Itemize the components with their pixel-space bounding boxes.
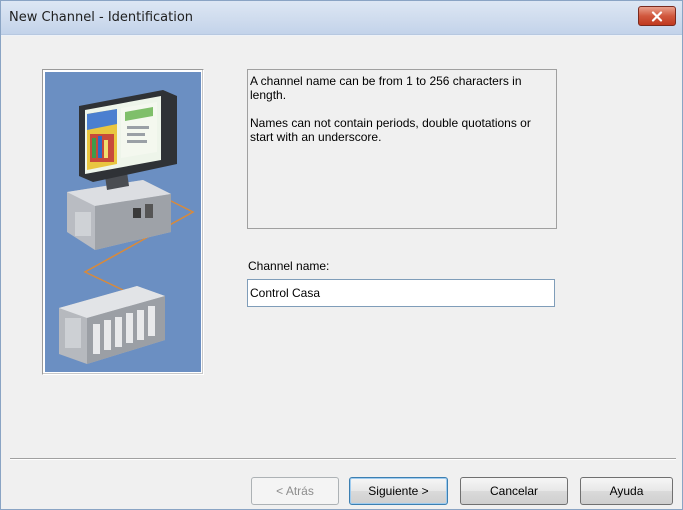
title-bar[interactable]: New Channel - Identification [1, 1, 682, 35]
close-button[interactable] [638, 6, 676, 26]
close-icon [651, 10, 663, 22]
back-button[interactable]: < Atrás [251, 477, 339, 505]
help-button[interactable]: Ayuda [580, 477, 673, 505]
channel-name-label: Channel name: [248, 259, 330, 273]
dialog-body: A channel name can be from 1 to 256 char… [1, 36, 682, 509]
computer-plc-illustration [45, 72, 201, 372]
dialog-window: New Channel - Identification A channel n… [0, 0, 683, 510]
button-separator [10, 458, 676, 460]
channel-name-input[interactable] [247, 279, 555, 307]
info-description-box: A channel name can be from 1 to 256 char… [247, 69, 557, 229]
info-length-text: A channel name can be from 1 to 256 char… [250, 74, 522, 102]
next-button[interactable]: Siguiente > [349, 477, 448, 505]
wizard-illustration [42, 69, 204, 375]
window-title: New Channel - Identification [9, 10, 194, 25]
cancel-button[interactable]: Cancelar [460, 477, 568, 505]
info-restrictions-text: Names can not contain periods, double qu… [250, 116, 531, 144]
